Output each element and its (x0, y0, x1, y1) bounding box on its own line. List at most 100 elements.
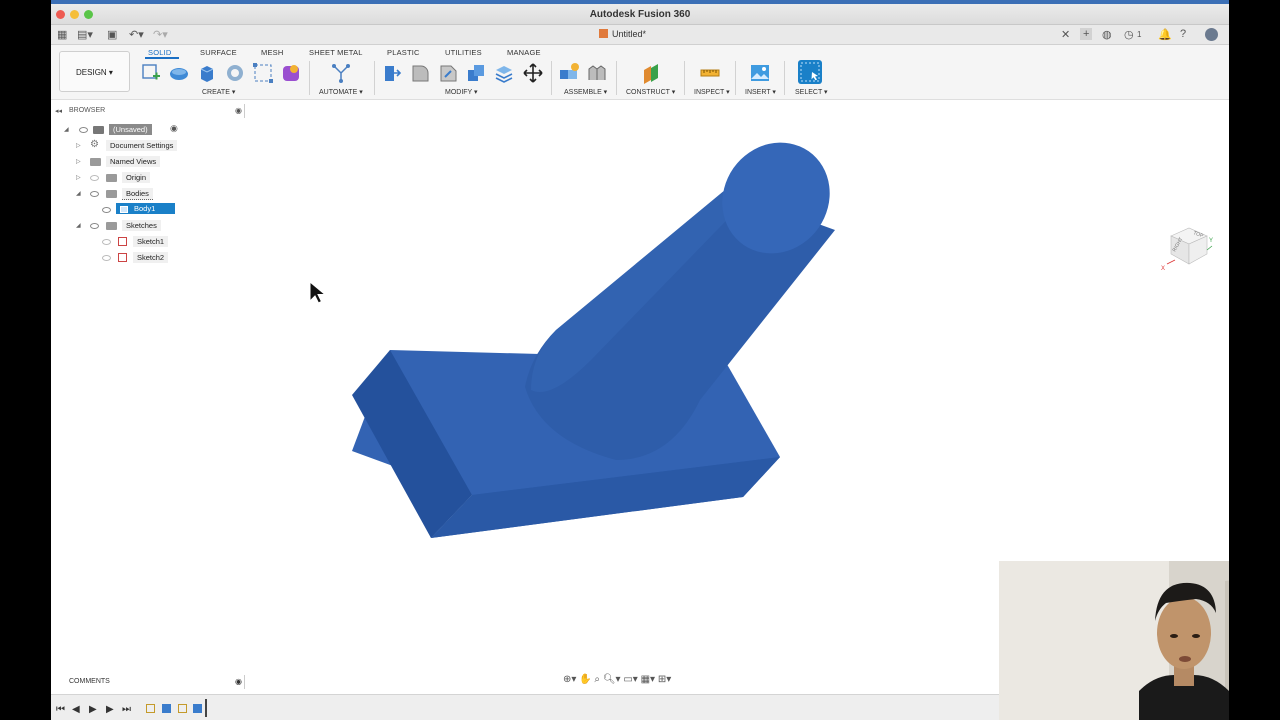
tree-item-label: Origin (122, 172, 151, 183)
step-forward-icon[interactable]: ▶ (106, 704, 114, 715)
go-to-end-icon[interactable]: ⏭ (122, 704, 131, 715)
grid-menu-icon[interactable]: ▦ (57, 28, 67, 41)
rectangular-pattern-icon[interactable] (252, 62, 274, 84)
expand-arrow-icon[interactable]: ▷ (76, 158, 81, 165)
measure-icon[interactable] (699, 62, 721, 84)
modify-menu[interactable]: MODIFY ▾ (445, 88, 478, 96)
ribbon-toolbar: DESIGN ▾ SOLID SURFACE MESH SHEET METAL … (51, 45, 1229, 100)
tab-untitled[interactable]: Untitled* (599, 29, 646, 39)
save-icon[interactable]: ▣ (107, 28, 117, 41)
joint-icon[interactable] (586, 62, 608, 84)
look-at-icon[interactable]: ⌕ (594, 674, 600, 685)
step-back-icon[interactable]: ◀ (72, 704, 80, 715)
create-base-feature-icon[interactable] (280, 62, 302, 84)
timeline-extrude-feature[interactable] (193, 704, 202, 713)
tree-item-document-settings[interactable]: ▷ ⚙ Document Settings (73, 139, 213, 152)
tree-root-unsaved[interactable]: ◢ (Unsaved) ◉ (61, 123, 191, 136)
notifications-bell-icon[interactable]: 🔔 (1158, 28, 1172, 41)
insert-image-icon[interactable] (749, 62, 771, 84)
expand-arrow-icon[interactable]: ▷ (76, 142, 81, 149)
visibility-eye-icon[interactable] (102, 207, 111, 213)
display-settings-icon[interactable]: ▭▾ (623, 674, 637, 685)
create-form-icon[interactable] (168, 62, 190, 84)
automate-icon[interactable] (330, 62, 352, 84)
chamfer-icon[interactable] (437, 62, 459, 84)
zoom-icon[interactable]: 🔍︎▾ (603, 674, 621, 685)
tree-item-named-views[interactable]: ▷ Named Views (73, 156, 193, 168)
tree-item-bodies[interactable]: ◢ Bodies (73, 188, 193, 200)
tree-item-sketch2[interactable]: Sketch2 (99, 252, 219, 264)
tab-plastic[interactable]: PLASTIC (387, 48, 420, 57)
new-tab-icon[interactable]: + (1080, 28, 1093, 40)
select-menu[interactable]: SELECT ▾ (795, 88, 828, 96)
activate-component-icon[interactable]: ◉ (170, 123, 178, 134)
orbit-icon[interactable]: ⊕▾ (563, 674, 576, 685)
tree-item-label: Sketch1 (133, 236, 169, 247)
panel-divider (244, 675, 245, 689)
tree-item-body1[interactable]: Body1 (99, 203, 219, 216)
tree-item-origin[interactable]: ▷ Origin (73, 172, 193, 184)
undo-icon[interactable]: ↶▾ (129, 28, 144, 41)
inspect-menu[interactable]: INSPECT ▾ (694, 88, 730, 96)
separator (735, 61, 736, 95)
play-icon[interactable]: ▶ (89, 704, 97, 715)
visibility-eye-icon[interactable] (90, 223, 99, 229)
visibility-eye-icon[interactable] (79, 127, 88, 133)
visibility-eye-icon[interactable] (102, 239, 111, 245)
file-menu-icon[interactable]: ▤▾ (77, 28, 93, 41)
collapse-arrow-icon[interactable]: ◢ (76, 222, 81, 229)
expand-arrow-icon[interactable]: ◢ (64, 126, 69, 133)
visibility-eye-icon[interactable] (90, 191, 99, 197)
viewcube[interactable]: TOP RIGHT X Y (1159, 220, 1215, 272)
collapse-arrow-icon[interactable]: ◢ (76, 190, 81, 197)
visibility-eye-icon[interactable] (90, 175, 99, 181)
document-tab-label: Untitled* (612, 29, 647, 39)
close-tab-icon[interactable]: ✕ (1061, 28, 1070, 41)
automate-menu[interactable]: AUTOMATE ▾ (319, 88, 363, 96)
tab-manage[interactable]: MANAGE (507, 48, 541, 57)
workspace-switcher-button[interactable]: DESIGN ▾ (59, 51, 130, 92)
browser-options-icon[interactable]: ◉ (235, 106, 242, 115)
viewports-icon[interactable]: ⊞▾ (658, 674, 671, 685)
sync-icon[interactable]: ◍ (1102, 28, 1112, 41)
expand-arrow-icon[interactable]: ▷ (76, 174, 81, 181)
move-icon[interactable] (522, 62, 544, 84)
visibility-eye-icon[interactable] (102, 255, 111, 261)
insert-menu[interactable]: INSERT ▾ (745, 88, 776, 96)
tab-mesh[interactable]: MESH (261, 48, 283, 57)
job-status-icon[interactable]: ◷ (1124, 28, 1134, 41)
combine-icon[interactable] (493, 62, 515, 84)
create-menu[interactable]: CREATE ▾ (202, 88, 235, 96)
help-icon[interactable]: ? (1180, 28, 1186, 40)
revolve-icon[interactable] (224, 62, 246, 84)
tree-item-sketch1[interactable]: Sketch1 (99, 236, 219, 248)
assemble-menu[interactable]: ASSEMBLE ▾ (564, 88, 607, 96)
create-sketch-icon[interactable] (140, 62, 162, 84)
comments-options-icon[interactable]: ◉ (235, 677, 242, 686)
comments-panel-header[interactable]: COMMENTS ◉ (51, 675, 247, 689)
construct-menu[interactable]: CONSTRUCT ▾ (626, 88, 675, 96)
pan-icon[interactable]: ✋ (579, 674, 591, 685)
tab-solid[interactable]: SOLID (148, 48, 172, 57)
collapse-browser-icon[interactable]: ◂◂ (55, 107, 62, 115)
select-icon[interactable] (798, 60, 822, 84)
offset-plane-icon[interactable] (640, 62, 662, 84)
panel-divider (244, 104, 245, 118)
press-pull-icon[interactable] (381, 62, 403, 84)
timeline-sketch-feature[interactable] (178, 704, 187, 713)
grid-settings-icon[interactable]: ▦▾ (641, 674, 655, 685)
tab-utilities[interactable]: UTILITIES (445, 48, 482, 57)
tab-surface[interactable]: SURFACE (200, 48, 237, 57)
timeline-extrude-feature[interactable] (162, 704, 171, 713)
redo-icon[interactable]: ↷▾ (153, 28, 168, 41)
timeline-sketch-feature[interactable] (146, 704, 155, 713)
new-component-icon[interactable] (558, 62, 580, 84)
avatar[interactable] (1205, 28, 1218, 41)
fillet-icon[interactable] (409, 62, 431, 84)
extrude-icon[interactable] (196, 62, 218, 84)
go-to-start-icon[interactable]: ⏮ (56, 704, 65, 715)
tab-sheet-metal[interactable]: SHEET METAL (309, 48, 363, 57)
timeline-marker[interactable] (205, 699, 207, 717)
tree-item-sketches[interactable]: ◢ Sketches (73, 220, 193, 232)
shell-icon[interactable] (465, 62, 487, 84)
